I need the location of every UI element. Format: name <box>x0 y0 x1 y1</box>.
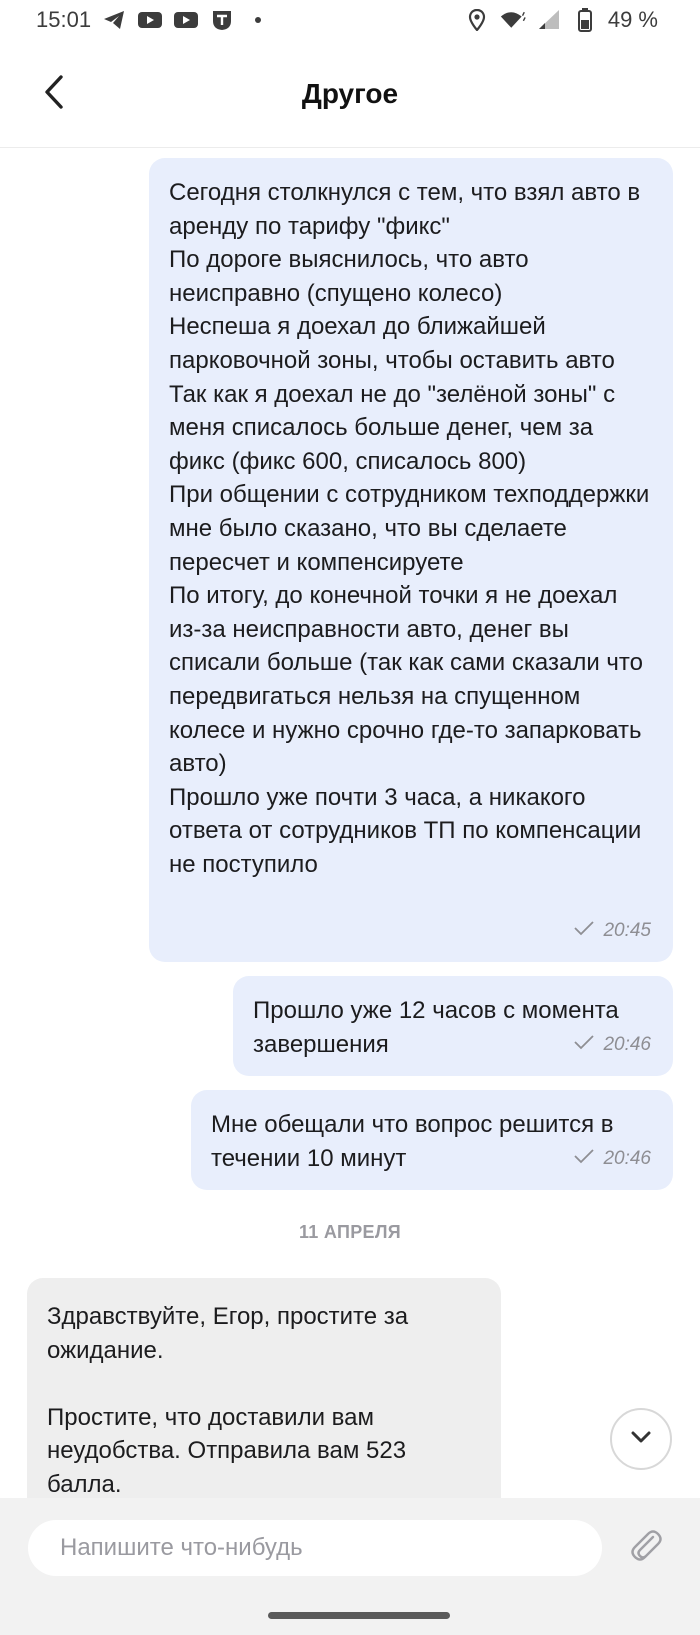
attach-button[interactable] <box>624 1526 668 1570</box>
chat-header: Другое <box>0 40 700 148</box>
wifi-icon <box>500 10 526 30</box>
check-icon <box>573 1142 595 1176</box>
home-indicator[interactable] <box>268 1612 450 1619</box>
tinkoff-icon <box>209 10 235 30</box>
message-time: 20:46 <box>603 1148 651 1170</box>
message-meta: 20:46 <box>573 1142 651 1176</box>
message-bubble-outgoing[interactable]: Прошло уже 12 часов с момента завершения… <box>233 976 673 1076</box>
battery-icon <box>572 8 598 32</box>
message-input[interactable] <box>28 1520 602 1576</box>
status-bar-left: 15:01 <box>36 7 271 33</box>
message-time: 20:46 <box>603 1034 651 1056</box>
page-title: Другое <box>301 77 399 109</box>
battery-percent: 49 % <box>607 7 658 32</box>
date-separator: 11 АПРЕЛЯ <box>298 1222 401 1242</box>
paperclip-icon <box>629 1527 663 1570</box>
message-bubble-outgoing[interactable]: Сегодня столкнулся с тем, что взял авто … <box>149 158 673 962</box>
status-bar: 15:01 49 % <box>0 0 700 40</box>
scroll-down-button[interactable] <box>610 1408 672 1470</box>
chevron-left-icon <box>43 74 65 115</box>
message-time: 20:45 <box>603 920 651 942</box>
message-text: Сегодня столкнулся с тем, что взял авто … <box>169 179 650 878</box>
check-icon <box>573 1028 595 1062</box>
chevron-down-icon <box>629 1429 653 1450</box>
dot-icon <box>245 10 271 30</box>
message-meta: 20:45 <box>573 914 651 948</box>
signal-icon <box>536 10 562 30</box>
status-time: 15:01 <box>36 7 92 32</box>
youtube-icon <box>137 10 163 30</box>
message-meta: 20:46 <box>573 1028 651 1062</box>
message-text: Здравствуйте, Егор, простите за ожидание… <box>47 1303 409 1498</box>
back-button[interactable] <box>34 74 74 114</box>
message-bubble-outgoing[interactable]: Мне обещали что вопрос решится в течении… <box>191 1090 673 1190</box>
chat-messages[interactable]: Сегодня столкнулся с тем, что взял авто … <box>0 148 700 1498</box>
message-composer <box>0 1498 700 1635</box>
status-bar-right: 49 % <box>464 7 658 33</box>
location-icon <box>464 9 490 31</box>
youtube-icon <box>173 10 199 30</box>
message-bubble-incoming[interactable]: Здравствуйте, Егор, простите за ожидание… <box>27 1278 501 1498</box>
check-icon <box>573 914 595 948</box>
telegram-icon <box>101 10 127 30</box>
